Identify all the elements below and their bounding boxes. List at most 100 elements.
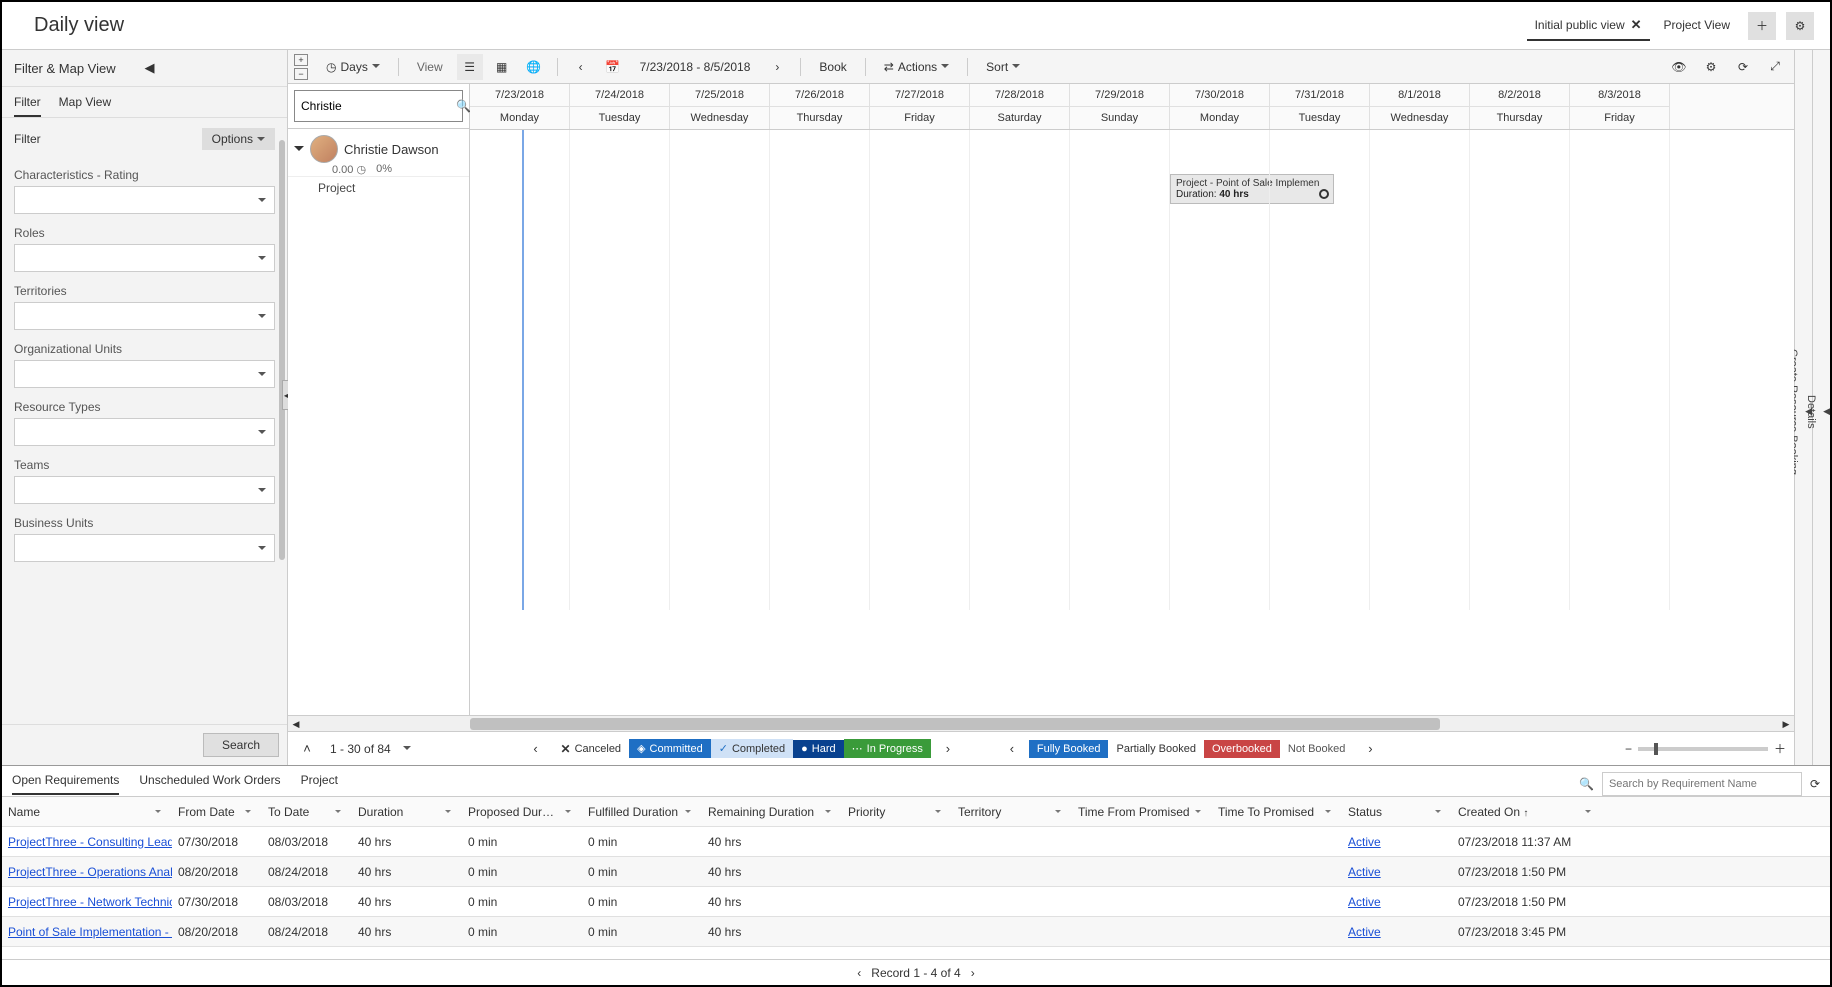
column-menu-button[interactable] [560, 805, 576, 819]
col-header[interactable]: Created On ↑ [1452, 805, 1602, 819]
chip-committed[interactable]: ◈Committed [629, 739, 711, 758]
link[interactable]: Active [1348, 925, 1381, 939]
add-view-button[interactable]: ＋ [1748, 12, 1776, 40]
table-row[interactable]: Point of Sale Implementation - O...08/20… [2, 917, 1830, 947]
pager-up-button[interactable]: ˄ [296, 741, 318, 756]
sidebar-tab-mapview[interactable]: Map View [59, 95, 111, 117]
link[interactable]: ProjectThree - Operations Analyst [8, 865, 172, 879]
search-icon[interactable]: 🔍 [456, 99, 471, 113]
legend-next-button[interactable]: › [937, 741, 959, 756]
col-header[interactable]: Proposed Duration [462, 805, 582, 819]
book-button[interactable]: Book [811, 56, 854, 78]
column-menu-button[interactable] [150, 805, 166, 819]
chip-partially-booked[interactable]: Partially Booked [1108, 740, 1204, 758]
booking-legend-prev[interactable]: ‹ [1001, 741, 1023, 756]
chip-canceled[interactable]: ✕Canceled [553, 739, 630, 759]
search-button[interactable]: Search [203, 733, 279, 757]
resource-search-input[interactable] [301, 99, 456, 113]
sidebar-tab-filter[interactable]: Filter [14, 95, 41, 117]
col-header[interactable]: To Date [262, 805, 352, 819]
search-icon[interactable]: 🔍 [1579, 777, 1594, 791]
chip-overbooked[interactable]: Overbooked [1204, 740, 1280, 758]
date-next-button[interactable]: › [764, 54, 790, 80]
actions-button[interactable]: ⇄ Actions [876, 56, 957, 78]
chip-fully-booked[interactable]: Fully Booked [1029, 740, 1109, 758]
options-button[interactable]: Options [202, 128, 275, 150]
chip-not-booked[interactable]: Not Booked [1280, 740, 1353, 758]
date-prev-button[interactable]: ‹ [568, 54, 594, 80]
hscroll-thumb[interactable] [470, 718, 1440, 730]
chevron-down-icon[interactable] [294, 146, 304, 156]
view-tab-initial[interactable]: Initial public view ✕ [1527, 11, 1650, 41]
filter-combo-4[interactable] [14, 418, 275, 446]
visibility-button[interactable]: 👁 [1666, 54, 1692, 80]
requirement-search-input[interactable] [1602, 772, 1802, 796]
column-menu-button[interactable] [1430, 805, 1446, 819]
column-menu-button[interactable] [1580, 805, 1596, 819]
grid-hscroll[interactable]: ◀ ▶ [288, 715, 1794, 731]
booking-legend-next[interactable]: › [1359, 741, 1381, 756]
resource-search[interactable]: 🔍 [294, 90, 463, 122]
link[interactable]: Active [1348, 865, 1381, 879]
refresh-icon[interactable]: ⟳ [1810, 777, 1820, 791]
col-header[interactable]: Priority [842, 805, 952, 819]
legend-prev-button[interactable]: ‹ [525, 741, 547, 756]
filter-combo-2[interactable] [14, 302, 275, 330]
table-row[interactable]: ProjectThree - Consulting Lead07/30/2018… [2, 827, 1830, 857]
page-next-button[interactable]: › [971, 966, 975, 980]
column-menu-button[interactable] [1190, 805, 1206, 819]
settings-button[interactable]: ⚙ [1786, 12, 1814, 40]
zoom-in-button[interactable]: ＋ [1774, 740, 1786, 757]
resource-row[interactable]: Christie Dawson [288, 129, 469, 165]
scroll-right-button[interactable]: ▶ [1778, 716, 1794, 732]
view-list-button[interactable]: ☰ [457, 54, 483, 80]
link[interactable]: ProjectThree - Network Technician [8, 895, 172, 909]
details-rail[interactable]: ◀ Details [1812, 50, 1830, 765]
scroll-left-button[interactable]: ◀ [288, 716, 304, 732]
table-row[interactable]: ProjectThree - Network Technician07/30/2… [2, 887, 1830, 917]
col-header[interactable]: Time From Promised [1072, 805, 1212, 819]
refresh-button[interactable]: ⟳ [1730, 54, 1756, 80]
chip-completed[interactable]: ✓Completed [711, 739, 793, 758]
board-settings-button[interactable]: ⚙ [1698, 54, 1724, 80]
column-menu-button[interactable] [240, 805, 256, 819]
fullscreen-button[interactable]: ⤢ [1762, 54, 1788, 80]
calendar-icon[interactable]: 📅 [600, 54, 626, 80]
link[interactable]: Active [1348, 895, 1381, 909]
link[interactable]: Point of Sale Implementation - O... [8, 925, 172, 939]
column-menu-button[interactable] [680, 805, 696, 819]
sort-button[interactable]: Sort [978, 56, 1028, 78]
view-tab-project[interactable]: Project View [1656, 12, 1738, 40]
view-map-button[interactable]: 🌐 [521, 54, 547, 80]
filter-combo-3[interactable] [14, 360, 275, 388]
tab-project[interactable]: Project [301, 773, 338, 795]
zoom-slider[interactable] [1638, 747, 1768, 751]
view-grid-button[interactable]: ▦ [489, 54, 515, 80]
expand-all-button[interactable]: + [294, 54, 308, 66]
table-row[interactable]: ProjectThree - Operations Analyst08/20/2… [2, 857, 1830, 887]
col-header[interactable]: Remaining Duration [702, 805, 842, 819]
col-header[interactable]: From Date [172, 805, 262, 819]
grid-body[interactable]: Project - Point of Sale Implemen Duratio… [470, 130, 1794, 610]
column-menu-button[interactable] [820, 805, 836, 819]
filter-combo-0[interactable] [14, 186, 275, 214]
column-menu-button[interactable] [330, 805, 346, 819]
tab-unscheduled-work-orders[interactable]: Unscheduled Work Orders [139, 773, 280, 795]
filter-combo-5[interactable] [14, 476, 275, 504]
collapse-left-icon[interactable]: ◀ [145, 60, 276, 76]
column-menu-button[interactable] [1050, 805, 1066, 819]
col-header[interactable]: Time To Promised [1212, 805, 1342, 819]
column-menu-button[interactable] [930, 805, 946, 819]
chevron-down-icon[interactable] [403, 746, 411, 754]
page-prev-button[interactable]: ‹ [857, 966, 861, 980]
col-header[interactable]: Fulfilled Duration [582, 805, 702, 819]
column-menu-button[interactable] [440, 805, 456, 819]
column-menu-button[interactable] [1320, 805, 1336, 819]
link[interactable]: ProjectThree - Consulting Lead [8, 835, 172, 849]
tab-open-requirements[interactable]: Open Requirements [12, 773, 119, 795]
date-range[interactable]: 7/23/2018 - 8/5/2018 [632, 56, 759, 78]
close-icon[interactable]: ✕ [1631, 17, 1642, 33]
col-header[interactable]: Name [2, 805, 172, 819]
col-header[interactable]: Status [1342, 805, 1452, 819]
link[interactable]: Active [1348, 835, 1381, 849]
